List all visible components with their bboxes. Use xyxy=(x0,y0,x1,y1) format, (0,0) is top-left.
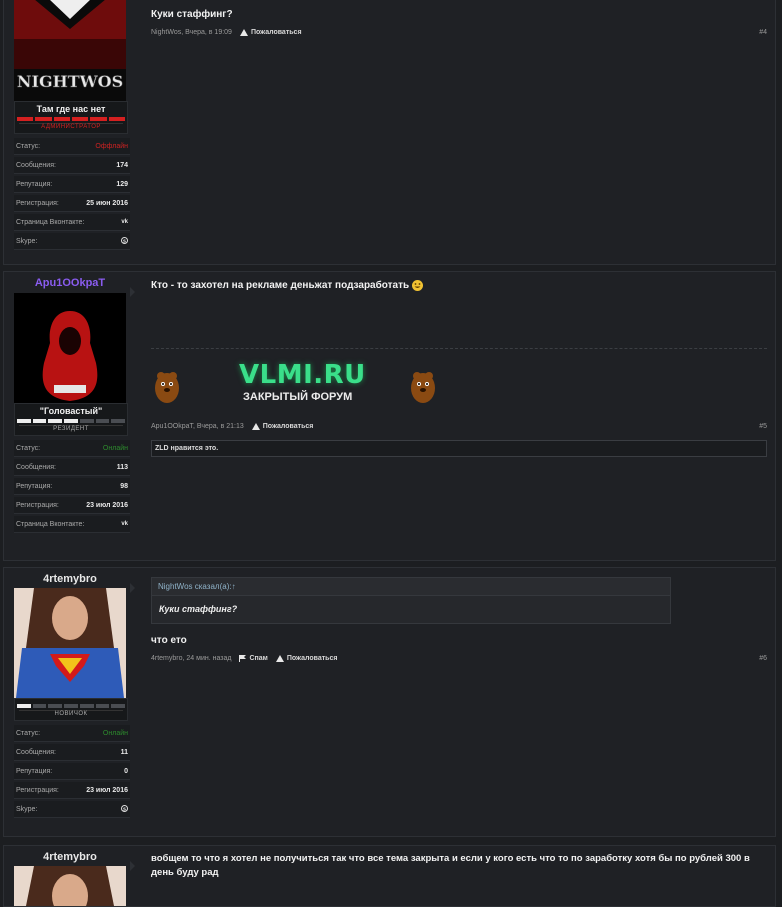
status-value: Онлайн xyxy=(102,729,128,737)
avatar[interactable] xyxy=(14,588,126,698)
warning-icon xyxy=(251,423,260,430)
skype-icon[interactable]: s xyxy=(121,236,128,246)
post-number[interactable]: #6 xyxy=(759,655,767,662)
avatar-image: NIGHTWOS xyxy=(14,0,126,101)
user-title-box: Там где нас нет АДМИНИСТРАТОР xyxy=(14,101,128,134)
skype-icon[interactable]: s xyxy=(121,804,128,814)
post-message: что ето xyxy=(151,635,187,646)
quote-text: Куки стаффинг? xyxy=(159,604,238,614)
banner-title: VLMI.RU xyxy=(239,360,366,390)
vk-icon[interactable]: vk xyxy=(121,521,128,527)
stat-row: Репутация: 129 xyxy=(14,176,130,193)
stat-row: Статус: Оффлайн xyxy=(14,138,130,155)
bear-left-icon xyxy=(155,372,179,403)
user-title: Там где нас нет xyxy=(36,104,106,114)
avatar[interactable]: NIGHTWOS xyxy=(14,0,126,101)
stat-row: Регистрация: 25 июн 2016 xyxy=(14,195,130,212)
stat-row: Репутация: 0 xyxy=(14,763,130,780)
post-author-date[interactable]: Apu1OOkpaT, Вчера, в 21:13 xyxy=(151,423,244,430)
post-author-date[interactable]: 4rtemybro, 24 мин. назад xyxy=(151,655,231,662)
rank-label: АДМИНИСТРАТОР xyxy=(19,123,123,130)
report-link[interactable]: Пожаловаться xyxy=(239,29,302,36)
post-message: Кто - то захотел на рекламе деньжат подз… xyxy=(151,278,423,293)
stat-row: Skype: s xyxy=(14,801,130,818)
avatar-logo-text: NIGHTWOS xyxy=(17,72,123,91)
quote-block: NightWos сказал(а):↑ Куки стаффинг? xyxy=(151,577,671,624)
user-sidebar: Apu1OOkpaT "Головастый" РЕЗИДЕНТ Статус:… xyxy=(8,272,132,535)
rank-bar xyxy=(16,419,126,423)
bear-right-icon xyxy=(411,372,435,403)
rank-label: РЕЗИДЕНТ xyxy=(19,425,123,432)
username[interactable]: 4rtemybro xyxy=(8,846,132,865)
svg-text:s: s xyxy=(123,806,126,812)
post-number[interactable]: #5 xyxy=(759,423,767,430)
signature-separator xyxy=(151,348,767,349)
stat-row: Страница Вконтакте: vk xyxy=(14,214,130,231)
post-number[interactable]: #4 xyxy=(759,29,767,36)
warning-icon xyxy=(275,655,284,662)
post: NIGHTWOS Там где нас нет АДМИНИСТРАТОР С… xyxy=(3,0,776,265)
stat-row: Сообщения: 174 xyxy=(14,157,130,174)
svg-text:s: s xyxy=(123,238,126,244)
rank-label: НОВИЧОК xyxy=(19,710,123,717)
username[interactable]: Apu1OOkpaT xyxy=(8,272,132,291)
post-message: Куки стаффинг? xyxy=(151,9,233,20)
avatar[interactable] xyxy=(14,293,126,403)
avatar-image xyxy=(14,866,126,906)
stat-row: Сообщения: 113 xyxy=(14,459,130,476)
stat-row: Статус: Онлайн xyxy=(14,440,130,457)
user-stats: Статус: Онлайн Сообщения: 11 Репутация: 0 Р… xyxy=(14,725,130,818)
post-author-date[interactable]: NightWos, Вчера, в 19:09 xyxy=(151,29,232,36)
post: 4rtemybro НОВИЧОК Статус: Онлайн Сообщени… xyxy=(3,567,776,837)
report-link[interactable]: Пожаловаться xyxy=(275,655,337,662)
status-value: Оффлайн xyxy=(95,142,128,150)
vk-icon[interactable]: vk xyxy=(121,219,128,225)
likes-summary[interactable]: ZLD нравится это. xyxy=(151,440,767,457)
avatar-image xyxy=(14,293,126,403)
report-link[interactable]: Пожаловаться xyxy=(251,423,313,430)
stat-row: Skype: s xyxy=(14,233,130,250)
rank-bar xyxy=(16,704,126,708)
warning-icon xyxy=(239,29,248,36)
stat-row: Репутация: 98 xyxy=(14,478,130,495)
stat-row: Регистрация: 23 июл 2016 xyxy=(14,497,130,514)
post: 4rtemybro вобщем то что я хотел не получ… xyxy=(3,845,776,907)
stat-row: Страница Вконтакте: vk xyxy=(14,516,130,533)
post: Apu1OOkpaT "Головастый" РЕЗИДЕНТ Статус:… xyxy=(3,271,776,561)
user-title-box: "Головастый" РЕЗИДЕНТ xyxy=(14,403,128,436)
rank-bar xyxy=(17,117,125,121)
post-meta: Apu1OOkpaT, Вчера, в 21:13 Пожаловаться … xyxy=(151,423,767,430)
user-sidebar: NIGHTWOS Там где нас нет АДМИНИСТРАТОР С… xyxy=(8,0,132,252)
user-stats: Статус: Оффлайн Сообщения: 174 Репутация: 1… xyxy=(14,138,130,250)
quote-author-link[interactable]: NightWos сказал(а):↑ xyxy=(152,578,670,596)
user-stats: Статус: Онлайн Сообщения: 113 Репутация: 98… xyxy=(14,440,130,533)
grin-smiley-icon xyxy=(411,279,423,291)
post-meta: 4rtemybro, 24 мин. назад Спам Пожаловать… xyxy=(151,655,767,662)
stat-row: Сообщения: 11 xyxy=(14,744,130,761)
banner-subtitle: ЗАКРЫТЫЙ ФОРУМ xyxy=(243,391,353,403)
post-message: вобщем то что я хотел не получиться так … xyxy=(151,853,750,878)
user-sidebar: 4rtemybro xyxy=(8,846,132,906)
status-value: Онлайн xyxy=(102,444,128,452)
stat-row: Регистрация: 23 июл 2016 xyxy=(14,782,130,799)
post-meta: NightWos, Вчера, в 19:09 Пожаловаться #4 xyxy=(151,29,767,36)
signature-banner[interactable]: VLMI.RU ЗАКРЫТЫЙ ФОРУМ xyxy=(151,360,451,415)
avatar-image xyxy=(14,588,126,698)
username[interactable]: 4rtemybro xyxy=(8,568,132,587)
flag-icon xyxy=(239,655,247,662)
stat-row: Статус: Онлайн xyxy=(14,725,130,742)
user-title-box: НОВИЧОК xyxy=(14,698,128,721)
avatar[interactable] xyxy=(14,866,126,906)
user-sidebar: 4rtemybro НОВИЧОК Статус: Онлайн Сообщени… xyxy=(8,568,132,820)
spam-link[interactable]: Спам xyxy=(239,655,268,662)
user-title: "Головастый" xyxy=(39,406,103,416)
